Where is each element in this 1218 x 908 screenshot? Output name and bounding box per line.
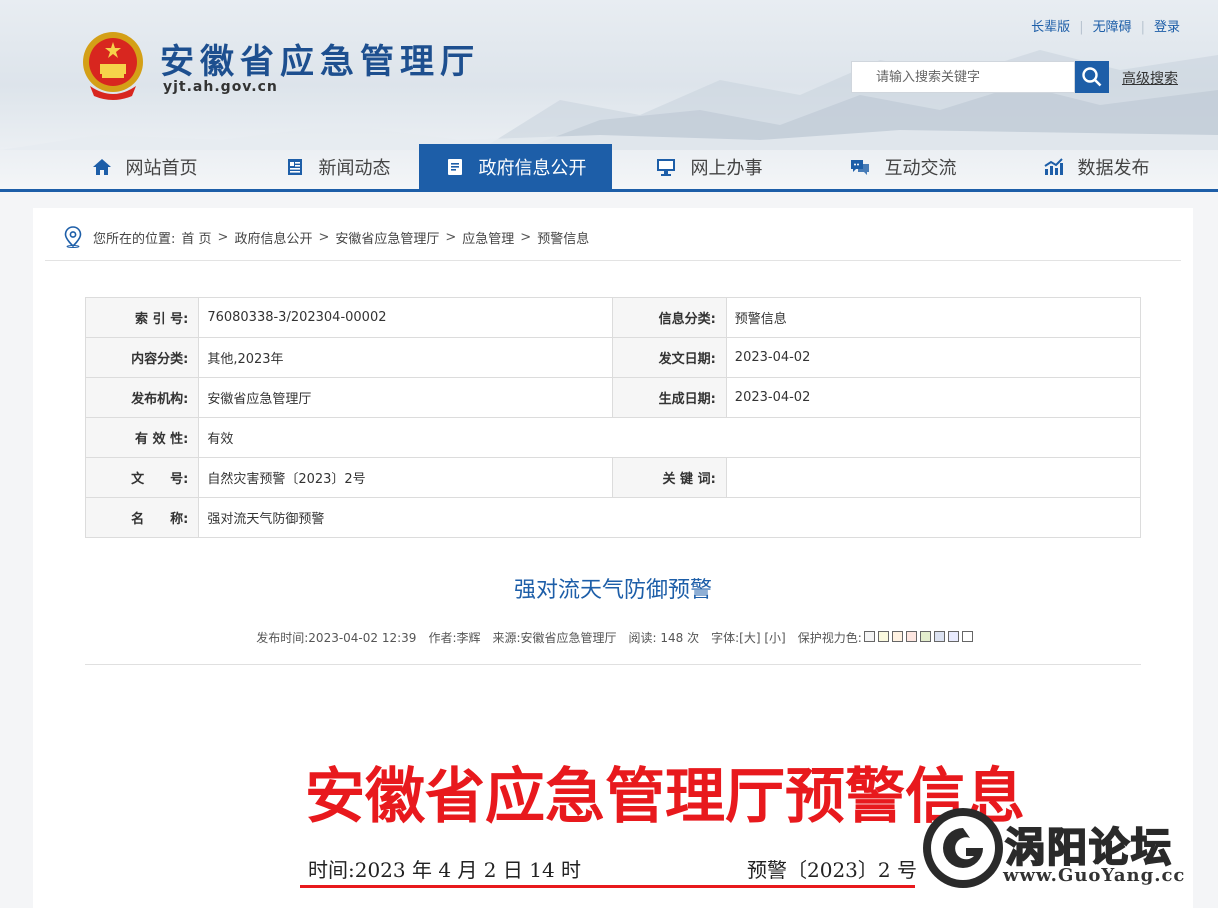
index-no-label: 索 引 号: — [84, 297, 200, 338]
color-swatch[interactable] — [905, 630, 917, 642]
breadcrumb-separator: > — [217, 229, 229, 245]
table-row: 发布机构: 安徽省应急管理厅 生成日期: 2023-04-02 — [84, 377, 1142, 418]
table-row: 内容分类: 其他,2023年 发文日期: 2023-04-02 — [84, 337, 1142, 378]
issue-date-value: 2023-04-02 — [725, 337, 1142, 378]
elderly-version-link[interactable]: 长辈版 — [1031, 20, 1070, 35]
breadcrumb-separator: > — [520, 229, 532, 245]
issue-date-label: 发文日期: — [612, 337, 727, 378]
national-emblem-icon — [83, 32, 143, 100]
breadcrumb-department[interactable]: 安徽省应急管理厅 — [335, 228, 439, 247]
doc-no-value: 自然灾害预警〔2023〕2号 — [198, 457, 614, 498]
color-swatch[interactable] — [877, 630, 889, 642]
index-no-value: 76080338-3/202304-00002 — [198, 297, 614, 338]
location-pin-icon — [64, 226, 82, 248]
news-icon — [285, 157, 305, 177]
doc-no-label: 文 号: — [84, 457, 200, 498]
nav-item-gov-info[interactable]: 政府信息公开 — [419, 144, 612, 190]
publisher-value: 安徽省应急管理厅 — [198, 377, 614, 418]
document-header: 安徽省应急管理厅预警信息 — [305, 762, 1025, 832]
color-swatch[interactable] — [863, 630, 875, 642]
nav-divider — [0, 189, 1218, 192]
site-domain: yjt.ah.gov.cn — [163, 79, 278, 95]
advanced-search-link[interactable]: 高级搜索 — [1122, 68, 1178, 88]
document-time: 时间:2023 年 4 月 2 日 14 时 — [308, 858, 582, 882]
breadcrumb-separator: > — [445, 229, 457, 245]
accessibility-link[interactable]: 无障碍 — [1093, 20, 1132, 35]
document-number: 预警〔2023〕2 号 — [747, 858, 917, 882]
nav-item-online-service[interactable]: 网上办事 — [612, 144, 805, 190]
metadata-table: 索 引 号: 76080338-3/202304-00002 信息分类: 预警信… — [84, 297, 1142, 538]
article-info: 发布时间:2023-04-02 12:39 作者:李辉 来源:安徽省应急管理厅 … — [33, 629, 1193, 646]
article-divider — [85, 664, 1141, 665]
nav-item-label: 数据发布 — [1077, 158, 1150, 179]
color-swatch[interactable] — [961, 630, 973, 642]
breadcrumb-separator: > — [318, 229, 330, 245]
keywords-value — [725, 457, 1142, 498]
search-button[interactable] — [1075, 61, 1109, 93]
top-links: 长辈版 | 无障碍 | 登录 — [1031, 20, 1180, 35]
monitor-icon — [655, 157, 677, 177]
nav-item-label: 新闻动态 — [318, 158, 391, 179]
chat-icon — [849, 157, 871, 177]
nav-item-label: 网上办事 — [690, 158, 763, 179]
search-input[interactable] — [851, 61, 1075, 93]
table-row: 有 效 性: 有效 — [84, 417, 1141, 458]
category-value: 预警信息 — [725, 297, 1142, 338]
content-type-label: 内容分类: — [84, 337, 200, 378]
font-size-toggle[interactable]: 字体:[大] [小] — [711, 629, 786, 646]
name-value: 强对流天气防御预警 — [198, 497, 1141, 538]
validity-label: 有 效 性: — [84, 417, 200, 458]
name-label: 名 称: — [84, 497, 200, 538]
eye-care-swatches — [863, 630, 976, 645]
breadcrumb-emergency[interactable]: 应急管理 — [462, 228, 514, 247]
breadcrumb: 您所在的位置: 首 页 > 政府信息公开 > 安徽省应急管理厅 > 应急管理 >… — [63, 226, 589, 248]
color-swatch[interactable] — [947, 630, 959, 642]
nav-item-data-release[interactable]: 数据发布 — [999, 144, 1192, 190]
created-date-value: 2023-04-02 — [725, 377, 1142, 418]
table-row: 名 称: 强对流天气防御预警 — [84, 497, 1141, 538]
home-icon — [92, 157, 112, 177]
color-swatch[interactable] — [891, 630, 903, 642]
breadcrumb-prefix: 您所在的位置: — [93, 231, 176, 247]
nav-item-interaction[interactable]: 互动交流 — [806, 144, 999, 190]
nav-item-home[interactable]: 网站首页 — [48, 144, 241, 190]
validity-value: 有效 — [198, 417, 1141, 458]
table-row: 索 引 号: 76080338-3/202304-00002 信息分类: 预警信… — [84, 297, 1142, 338]
nav-item-label: 政府信息公开 — [478, 158, 587, 179]
breadcrumb-divider — [45, 260, 1181, 261]
breadcrumb-gov-info[interactable]: 政府信息公开 — [234, 228, 312, 247]
main-nav: 网站首页 新闻动态 政府信息公开 网上办事 互动交流 数据发布 — [0, 144, 1218, 190]
color-swatch[interactable] — [933, 630, 945, 642]
source: 来源:安徽省应急管理厅 — [492, 631, 617, 645]
nav-item-news[interactable]: 新闻动态 — [241, 144, 434, 190]
publish-time: 发布时间:2023-04-02 12:39 — [256, 631, 417, 645]
site-name: 安徽省应急管理厅 — [160, 42, 480, 82]
document-red-line — [300, 885, 915, 888]
color-swatch[interactable] — [919, 630, 931, 642]
nav-item-label: 互动交流 — [884, 158, 957, 179]
article-title: 强对流天气防御预警 — [513, 578, 712, 603]
breadcrumb-warning[interactable]: 预警信息 — [537, 228, 589, 247]
login-link[interactable]: 登录 — [1154, 20, 1180, 35]
read-count: 阅读: 148 次 — [628, 631, 700, 645]
category-label: 信息分类: — [612, 297, 727, 338]
breadcrumb-home[interactable]: 首 页 — [181, 228, 211, 247]
watermark-url: www.GuoYang.cc — [1003, 865, 1186, 886]
created-date-label: 生成日期: — [612, 377, 727, 418]
keywords-label: 关 键 词: — [612, 457, 727, 498]
search-icon — [1082, 67, 1102, 87]
chart-icon — [1042, 157, 1064, 177]
content-type-value: 其他,2023年 — [198, 337, 614, 378]
site-header: 安徽省应急管理厅 yjt.ah.gov.cn 长辈版|无障碍|登录 高级搜索 网… — [0, 0, 1218, 190]
author: 作者:李辉 — [428, 631, 481, 645]
publisher-label: 发布机构: — [84, 377, 200, 418]
eye-care-label: 保护视力色: — [797, 631, 862, 645]
nav-item-label: 网站首页 — [125, 158, 198, 179]
table-row: 文 号: 自然灾害预警〔2023〕2号 关 键 词: — [84, 457, 1142, 498]
document-icon — [445, 157, 465, 177]
